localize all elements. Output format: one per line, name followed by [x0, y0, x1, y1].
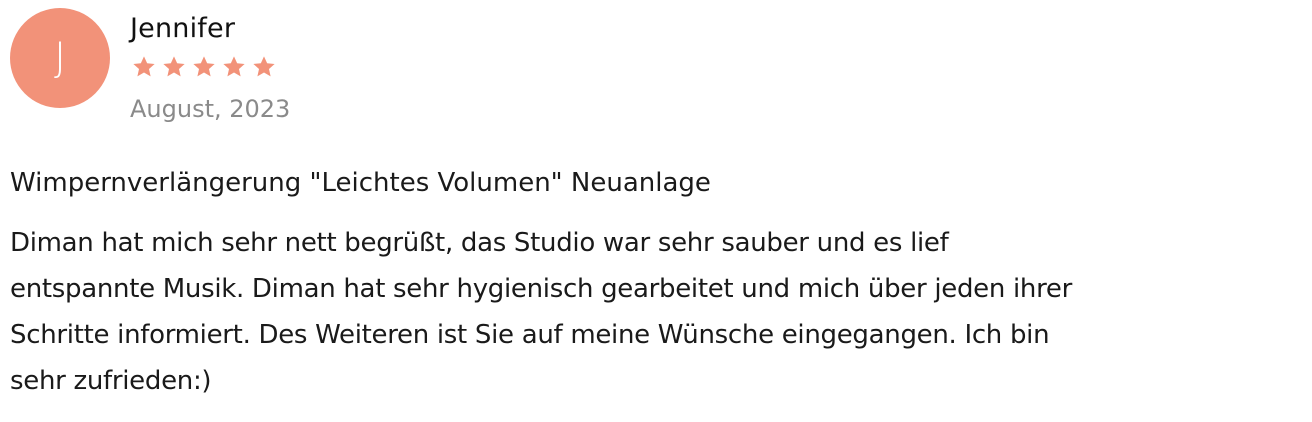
review-body: Diman hat mich sehr nett begrüßt, das St…: [10, 220, 1306, 404]
avatar: J: [10, 8, 110, 108]
star-icon: [160, 54, 188, 80]
star-icon: [250, 54, 278, 80]
author-name: Jennifer: [130, 13, 236, 44]
review-card: J Jennifer August, 2023 Wimpernverlänger…: [10, 8, 1306, 396]
star-icon: [130, 54, 158, 80]
avatar-initial: J: [54, 35, 66, 81]
review-date: August, 2023: [130, 95, 291, 123]
review-body-line: entspannte Musik. Diman hat sehr hygieni…: [10, 274, 1073, 304]
star-icon: [220, 54, 248, 80]
review-meta: Jennifer August, 2023: [130, 12, 290, 124]
review-header: J Jennifer August, 2023: [10, 8, 1306, 124]
star-rating: [130, 54, 290, 80]
review-body-line: Diman hat mich sehr nett begrüßt, das St…: [10, 228, 949, 258]
review-body-line: sehr zufrieden:): [10, 366, 212, 396]
review-body-line: Schritte informiert. Des Weiteren ist Si…: [10, 320, 1050, 350]
service-title: Wimpernverlängerung "Leichtes Volumen" N…: [10, 168, 711, 198]
star-icon: [190, 54, 218, 80]
